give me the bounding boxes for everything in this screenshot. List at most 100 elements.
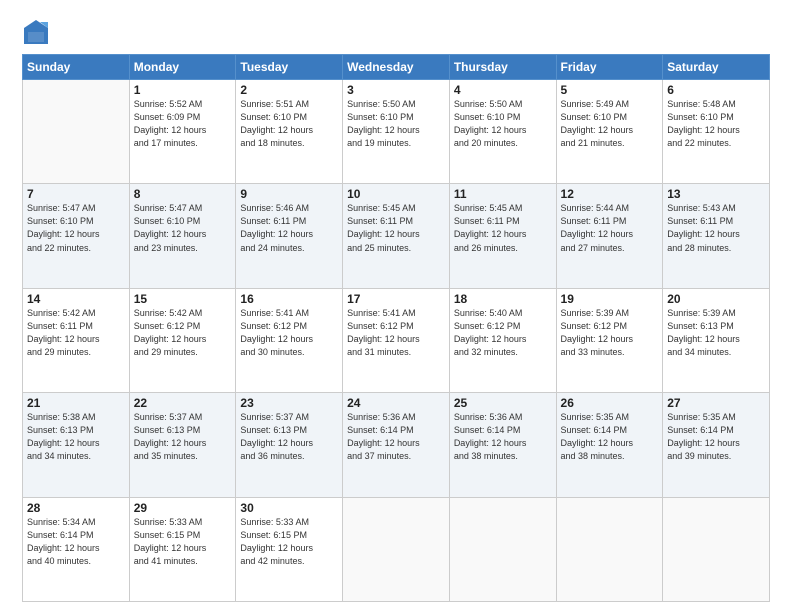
calendar-cell: [343, 497, 450, 601]
calendar-cell: [663, 497, 770, 601]
day-number: 13: [667, 187, 765, 201]
calendar-cell: 14Sunrise: 5:42 AMSunset: 6:11 PMDayligh…: [23, 288, 130, 392]
day-info: Sunrise: 5:45 AMSunset: 6:11 PMDaylight:…: [454, 202, 552, 254]
day-number: 8: [134, 187, 232, 201]
calendar-cell: 23Sunrise: 5:37 AMSunset: 6:13 PMDayligh…: [236, 393, 343, 497]
logo-icon: [22, 18, 50, 46]
calendar-cell: 3Sunrise: 5:50 AMSunset: 6:10 PMDaylight…: [343, 80, 450, 184]
calendar-cell: 16Sunrise: 5:41 AMSunset: 6:12 PMDayligh…: [236, 288, 343, 392]
day-number: 26: [561, 396, 659, 410]
calendar-cell: 13Sunrise: 5:43 AMSunset: 6:11 PMDayligh…: [663, 184, 770, 288]
day-number: 3: [347, 83, 445, 97]
calendar-cell: 27Sunrise: 5:35 AMSunset: 6:14 PMDayligh…: [663, 393, 770, 497]
day-number: 21: [27, 396, 125, 410]
day-number: 7: [27, 187, 125, 201]
calendar-cell: 24Sunrise: 5:36 AMSunset: 6:14 PMDayligh…: [343, 393, 450, 497]
calendar-cell: 18Sunrise: 5:40 AMSunset: 6:12 PMDayligh…: [449, 288, 556, 392]
day-info: Sunrise: 5:50 AMSunset: 6:10 PMDaylight:…: [454, 98, 552, 150]
calendar-cell: 9Sunrise: 5:46 AMSunset: 6:11 PMDaylight…: [236, 184, 343, 288]
calendar-cell: 20Sunrise: 5:39 AMSunset: 6:13 PMDayligh…: [663, 288, 770, 392]
day-number: 14: [27, 292, 125, 306]
calendar-table: SundayMondayTuesdayWednesdayThursdayFrid…: [22, 54, 770, 602]
calendar-cell: 5Sunrise: 5:49 AMSunset: 6:10 PMDaylight…: [556, 80, 663, 184]
day-info: Sunrise: 5:35 AMSunset: 6:14 PMDaylight:…: [561, 411, 659, 463]
week-row-5: 28Sunrise: 5:34 AMSunset: 6:14 PMDayligh…: [23, 497, 770, 601]
logo: [22, 18, 52, 46]
day-info: Sunrise: 5:39 AMSunset: 6:12 PMDaylight:…: [561, 307, 659, 359]
calendar-cell: [449, 497, 556, 601]
day-info: Sunrise: 5:36 AMSunset: 6:14 PMDaylight:…: [347, 411, 445, 463]
week-row-4: 21Sunrise: 5:38 AMSunset: 6:13 PMDayligh…: [23, 393, 770, 497]
day-number: 11: [454, 187, 552, 201]
calendar-cell: 22Sunrise: 5:37 AMSunset: 6:13 PMDayligh…: [129, 393, 236, 497]
calendar-cell: 4Sunrise: 5:50 AMSunset: 6:10 PMDaylight…: [449, 80, 556, 184]
day-info: Sunrise: 5:46 AMSunset: 6:11 PMDaylight:…: [240, 202, 338, 254]
calendar-cell: 1Sunrise: 5:52 AMSunset: 6:09 PMDaylight…: [129, 80, 236, 184]
calendar-cell: 7Sunrise: 5:47 AMSunset: 6:10 PMDaylight…: [23, 184, 130, 288]
day-info: Sunrise: 5:50 AMSunset: 6:10 PMDaylight:…: [347, 98, 445, 150]
day-info: Sunrise: 5:35 AMSunset: 6:14 PMDaylight:…: [667, 411, 765, 463]
day-number: 22: [134, 396, 232, 410]
calendar-cell: 15Sunrise: 5:42 AMSunset: 6:12 PMDayligh…: [129, 288, 236, 392]
week-row-2: 7Sunrise: 5:47 AMSunset: 6:10 PMDaylight…: [23, 184, 770, 288]
day-info: Sunrise: 5:52 AMSunset: 6:09 PMDaylight:…: [134, 98, 232, 150]
header: [22, 18, 770, 46]
weekday-header-thursday: Thursday: [449, 55, 556, 80]
day-info: Sunrise: 5:47 AMSunset: 6:10 PMDaylight:…: [134, 202, 232, 254]
weekday-header-tuesday: Tuesday: [236, 55, 343, 80]
calendar-cell: [556, 497, 663, 601]
week-row-1: 1Sunrise: 5:52 AMSunset: 6:09 PMDaylight…: [23, 80, 770, 184]
calendar-cell: 19Sunrise: 5:39 AMSunset: 6:12 PMDayligh…: [556, 288, 663, 392]
calendar-cell: 6Sunrise: 5:48 AMSunset: 6:10 PMDaylight…: [663, 80, 770, 184]
day-info: Sunrise: 5:51 AMSunset: 6:10 PMDaylight:…: [240, 98, 338, 150]
day-info: Sunrise: 5:34 AMSunset: 6:14 PMDaylight:…: [27, 516, 125, 568]
day-info: Sunrise: 5:36 AMSunset: 6:14 PMDaylight:…: [454, 411, 552, 463]
day-info: Sunrise: 5:41 AMSunset: 6:12 PMDaylight:…: [347, 307, 445, 359]
day-number: 17: [347, 292, 445, 306]
day-number: 28: [27, 501, 125, 515]
day-info: Sunrise: 5:43 AMSunset: 6:11 PMDaylight:…: [667, 202, 765, 254]
calendar-cell: 29Sunrise: 5:33 AMSunset: 6:15 PMDayligh…: [129, 497, 236, 601]
day-number: 5: [561, 83, 659, 97]
calendar-cell: 21Sunrise: 5:38 AMSunset: 6:13 PMDayligh…: [23, 393, 130, 497]
day-info: Sunrise: 5:44 AMSunset: 6:11 PMDaylight:…: [561, 202, 659, 254]
day-info: Sunrise: 5:38 AMSunset: 6:13 PMDaylight:…: [27, 411, 125, 463]
day-number: 23: [240, 396, 338, 410]
calendar-cell: 30Sunrise: 5:33 AMSunset: 6:15 PMDayligh…: [236, 497, 343, 601]
weekday-header-sunday: Sunday: [23, 55, 130, 80]
calendar-cell: 8Sunrise: 5:47 AMSunset: 6:10 PMDaylight…: [129, 184, 236, 288]
day-number: 20: [667, 292, 765, 306]
calendar-cell: 12Sunrise: 5:44 AMSunset: 6:11 PMDayligh…: [556, 184, 663, 288]
weekday-header-monday: Monday: [129, 55, 236, 80]
day-number: 2: [240, 83, 338, 97]
calendar-cell: 26Sunrise: 5:35 AMSunset: 6:14 PMDayligh…: [556, 393, 663, 497]
day-info: Sunrise: 5:45 AMSunset: 6:11 PMDaylight:…: [347, 202, 445, 254]
day-info: Sunrise: 5:39 AMSunset: 6:13 PMDaylight:…: [667, 307, 765, 359]
page: SundayMondayTuesdayWednesdayThursdayFrid…: [0, 0, 792, 612]
weekday-header-saturday: Saturday: [663, 55, 770, 80]
calendar-cell: 2Sunrise: 5:51 AMSunset: 6:10 PMDaylight…: [236, 80, 343, 184]
day-info: Sunrise: 5:47 AMSunset: 6:10 PMDaylight:…: [27, 202, 125, 254]
day-info: Sunrise: 5:42 AMSunset: 6:12 PMDaylight:…: [134, 307, 232, 359]
calendar-cell: 10Sunrise: 5:45 AMSunset: 6:11 PMDayligh…: [343, 184, 450, 288]
calendar-cell: [23, 80, 130, 184]
calendar-cell: 17Sunrise: 5:41 AMSunset: 6:12 PMDayligh…: [343, 288, 450, 392]
day-number: 29: [134, 501, 232, 515]
day-number: 24: [347, 396, 445, 410]
weekday-header-friday: Friday: [556, 55, 663, 80]
day-number: 12: [561, 187, 659, 201]
day-number: 15: [134, 292, 232, 306]
calendar-cell: 25Sunrise: 5:36 AMSunset: 6:14 PMDayligh…: [449, 393, 556, 497]
day-info: Sunrise: 5:37 AMSunset: 6:13 PMDaylight:…: [134, 411, 232, 463]
day-number: 6: [667, 83, 765, 97]
day-info: Sunrise: 5:49 AMSunset: 6:10 PMDaylight:…: [561, 98, 659, 150]
day-info: Sunrise: 5:40 AMSunset: 6:12 PMDaylight:…: [454, 307, 552, 359]
day-info: Sunrise: 5:42 AMSunset: 6:11 PMDaylight:…: [27, 307, 125, 359]
day-info: Sunrise: 5:33 AMSunset: 6:15 PMDaylight:…: [240, 516, 338, 568]
day-number: 4: [454, 83, 552, 97]
weekday-header-wednesday: Wednesday: [343, 55, 450, 80]
day-number: 25: [454, 396, 552, 410]
day-number: 10: [347, 187, 445, 201]
calendar-cell: 11Sunrise: 5:45 AMSunset: 6:11 PMDayligh…: [449, 184, 556, 288]
day-info: Sunrise: 5:33 AMSunset: 6:15 PMDaylight:…: [134, 516, 232, 568]
